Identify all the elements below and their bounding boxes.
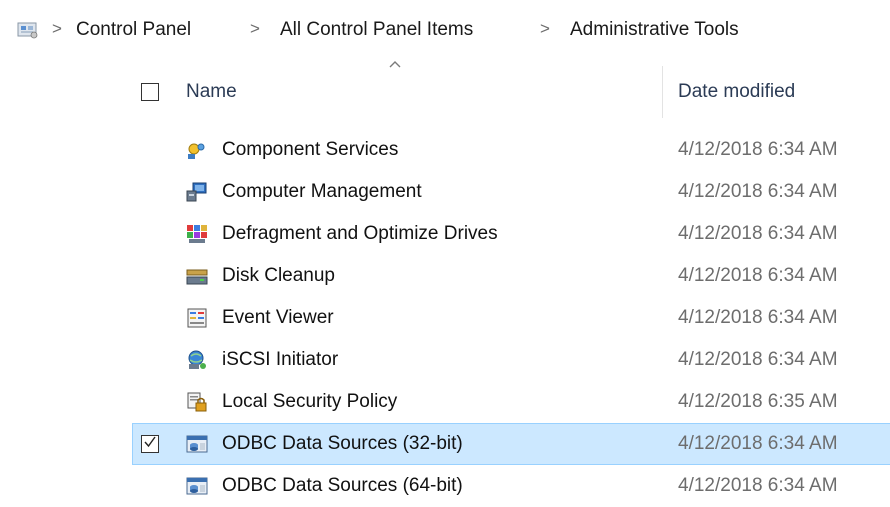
breadcrumb-separator[interactable]: >	[540, 19, 550, 39]
disk-cleanup-icon	[186, 269, 208, 285]
file-name: ODBC Data Sources (64-bit)	[222, 475, 463, 496]
column-date-modified-header[interactable]: Date modified	[678, 81, 795, 103]
iscsi-initiator-icon	[188, 350, 206, 369]
event-viewer-icon	[187, 308, 207, 328]
address-bar[interactable]: > Control Panel > All Control Panel Item…	[0, 0, 890, 60]
column-divider[interactable]	[662, 66, 663, 118]
file-name: Event Viewer	[222, 307, 334, 328]
file-name: Defragment and Optimize Drives	[222, 223, 498, 244]
list-item[interactable]: Component Services 4/12/2018 6:34 AM	[0, 129, 890, 171]
file-date: 4/12/2018 6:34 AM	[678, 475, 838, 496]
file-name: Computer Management	[222, 181, 422, 202]
file-date: 4/12/2018 6:34 AM	[678, 433, 838, 454]
control-panel-icon	[17, 22, 38, 39]
file-date: 4/12/2018 6:35 AM	[678, 391, 838, 412]
checkmark-icon	[144, 436, 156, 448]
file-name: Component Services	[222, 139, 399, 160]
local-security-policy-icon	[187, 392, 207, 412]
select-all-checkbox[interactable]	[141, 83, 159, 101]
sort-ascending-icon	[389, 61, 401, 68]
file-date: 4/12/2018 6:34 AM	[678, 139, 838, 160]
breadcrumb-administrative-tools[interactable]: Administrative Tools	[570, 19, 739, 41]
file-name: iSCSI Initiator	[222, 349, 339, 370]
list-item[interactable]: Event Viewer 4/12/2018 6:34 AM	[0, 297, 890, 339]
odbc-icon	[186, 477, 208, 495]
breadcrumb-separator[interactable]: >	[52, 19, 62, 39]
file-name: Disk Cleanup	[222, 265, 335, 286]
file-date: 4/12/2018 6:34 AM	[678, 349, 838, 370]
file-date: 4/12/2018 6:34 AM	[678, 307, 838, 328]
defragment-icon	[187, 225, 207, 243]
list-item[interactable]: Defragment and Optimize Drives 4/12/2018…	[0, 213, 890, 255]
file-date: 4/12/2018 6:34 AM	[678, 223, 838, 244]
breadcrumb-control-panel[interactable]: Control Panel	[76, 19, 191, 41]
file-date: 4/12/2018 6:34 AM	[678, 265, 838, 286]
list-item[interactable]: ODBC Data Sources (32-bit) 4/12/2018 6:3…	[0, 423, 890, 465]
list-item[interactable]: Computer Management 4/12/2018 6:34 AM	[0, 171, 890, 213]
list-item[interactable]: Local Security Policy 4/12/2018 6:35 AM	[0, 381, 890, 423]
list-item[interactable]: ODBC Data Sources (64-bit) 4/12/2018 6:3…	[0, 465, 890, 507]
breadcrumb-separator[interactable]: >	[250, 19, 260, 39]
file-date: 4/12/2018 6:34 AM	[678, 181, 838, 202]
breadcrumb-all-control-panel-items[interactable]: All Control Panel Items	[280, 19, 473, 41]
list-item[interactable]: iSCSI Initiator 4/12/2018 6:34 AM	[0, 339, 890, 381]
file-name: ODBC Data Sources (32-bit)	[222, 433, 463, 454]
file-name: Local Security Policy	[222, 391, 398, 412]
column-name-header[interactable]: Name	[186, 81, 237, 103]
component-services-icon	[188, 143, 205, 159]
row-checkbox[interactable]	[141, 435, 159, 453]
list-item[interactable]: Disk Cleanup 4/12/2018 6:34 AM	[0, 255, 890, 297]
odbc-icon	[186, 435, 208, 453]
computer-management-icon	[186, 182, 207, 202]
